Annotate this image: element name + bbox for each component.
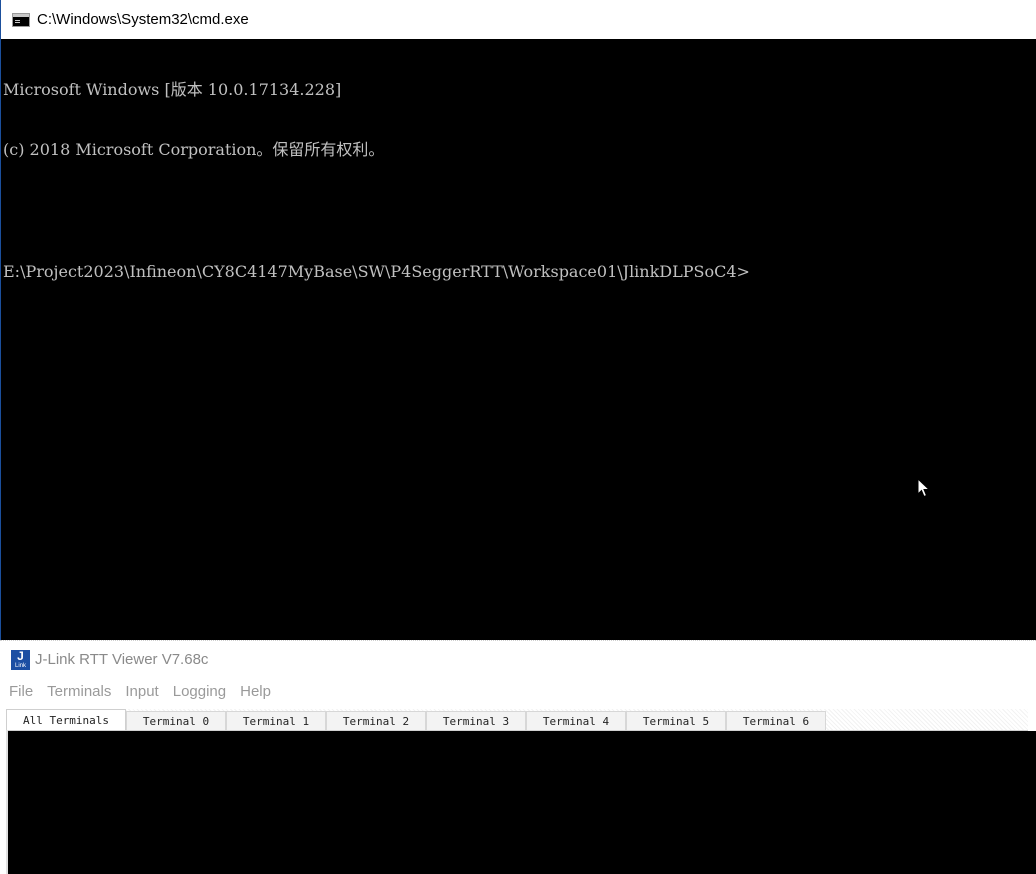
menu-input[interactable]: Input: [121, 683, 162, 700]
console-prompt: E:\Project2023\Infineon\CY8C4147MyBase\S…: [3, 262, 750, 282]
cmd-titlebar[interactable]: C:\Windows\System32\cmd.exe: [1, 0, 1036, 39]
tab-terminal-4[interactable]: Terminal 4: [526, 711, 626, 730]
mouse-pointer-icon: [917, 478, 931, 498]
rtt-titlebar[interactable]: J Link J-Link RTT Viewer V7.68c: [0, 640, 1036, 678]
cmd-window-icon: [12, 12, 30, 27]
console-line: (c) 2018 Microsoft Corporation。保留所有权利。: [3, 140, 385, 160]
menu-terminals[interactable]: Terminals: [43, 683, 115, 700]
menu-help[interactable]: Help: [236, 683, 275, 700]
cmd-console[interactable]: Microsoft Windows [版本 10.0.17134.228] (c…: [3, 39, 1036, 640]
logo-letter: J: [17, 648, 24, 663]
logo-subtext: Link: [14, 662, 26, 669]
tab-terminal-3[interactable]: Terminal 3: [426, 711, 526, 730]
menu-file[interactable]: File: [5, 683, 37, 700]
rtt-menubar: File Terminals Input Logging Help: [0, 678, 1036, 704]
cmd-window: C:\Windows\System32\cmd.exe Microsoft Wi…: [0, 0, 1036, 640]
terminal-tab-bar: All Terminals Terminal 0 Terminal 1 Term…: [6, 709, 1028, 731]
rtt-window-title: J-Link RTT Viewer V7.68c: [35, 651, 209, 668]
tab-all-terminals[interactable]: All Terminals: [6, 709, 126, 730]
console-line: Microsoft Windows [版本 10.0.17134.228]: [3, 79, 342, 99]
tab-terminal-5[interactable]: Terminal 5: [626, 711, 726, 730]
tab-terminal-1[interactable]: Terminal 1: [226, 711, 326, 730]
tab-terminal-6[interactable]: Terminal 6: [726, 711, 826, 730]
tab-terminal-0[interactable]: Terminal 0: [126, 711, 226, 730]
rtt-viewer-window: J Link J-Link RTT Viewer V7.68c File Ter…: [0, 640, 1036, 874]
rtt-terminal-output[interactable]: [8, 731, 1036, 874]
menu-logging[interactable]: Logging: [169, 683, 230, 700]
tab-terminal-2[interactable]: Terminal 2: [326, 711, 426, 730]
cmd-window-title: C:\Windows\System32\cmd.exe: [37, 11, 249, 28]
jlink-logo-icon: J Link: [11, 648, 30, 670]
